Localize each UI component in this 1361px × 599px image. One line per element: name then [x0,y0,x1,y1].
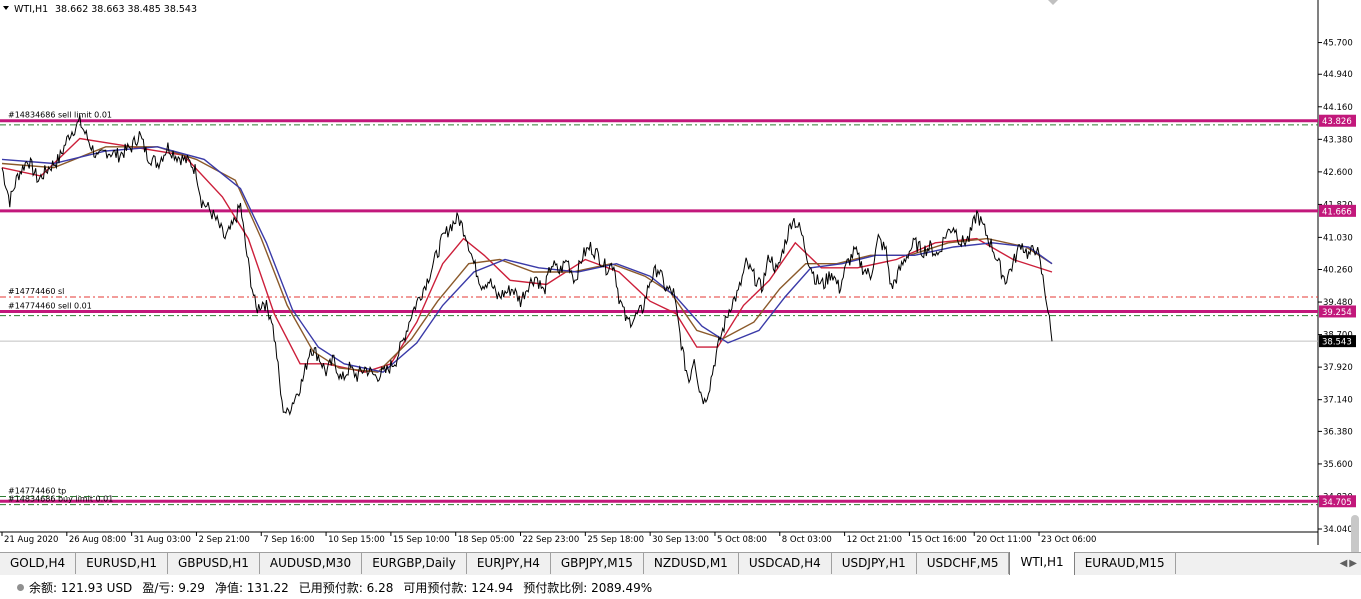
x-tick-label: 22 Sep 23:00 [523,535,580,545]
chart-tab[interactable]: AUDUSD,M30 [260,553,363,574]
stop-loss-label: #14774460 sl [8,287,64,296]
chart-ohlc: 38.662 38.663 38.485 38.543 [55,4,197,15]
y-tick-label: 43.380 [1323,135,1353,145]
price-tag-label: 39.254 [1322,308,1352,318]
x-tick-label: 23 Oct 06:00 [1041,535,1096,545]
profit-text: 盈/亏: 9.29 [142,580,205,595]
y-tick-label: 37.140 [1323,396,1353,406]
tab-scroll-arrows: ◀ ▶ [1340,553,1357,574]
y-tick-label: 41.030 [1323,233,1353,243]
x-tick-label: 15 Sep 10:00 [393,535,450,545]
x-tick-label: 25 Sep 18:00 [587,535,644,545]
margin-level-text: 预付款比例: 2089.49% [523,580,653,595]
y-tick-label: 44.160 [1323,103,1353,113]
x-tick-label: 31 Aug 03:00 [134,535,191,545]
margin-text: 已用预付款: 6.28 [298,580,394,595]
chart-header: WTI,H1 38.662 38.663 38.485 38.543 [3,4,197,15]
y-tick-label: 40.260 [1323,266,1353,276]
x-tick-label: 12 Oct 21:00 [847,535,902,545]
balance-text: 余额: 121.93 USD [29,580,133,595]
chart-tab[interactable]: USDCAD,H4 [739,553,832,574]
y-tick-label: 42.600 [1323,168,1353,178]
chart-tab-bar: GOLD,H4 EURUSD,H1 GBPUSD,H1 AUDUSD,M30 EURGB… [0,552,1361,576]
tab-scroll-left-icon[interactable]: ◀ [1340,558,1348,569]
x-tick-label: 2 Sep 21:00 [198,535,249,545]
chart-tab[interactable]: EURJPY,H4 [467,553,551,574]
scrollbar-thumb[interactable] [1351,515,1359,555]
chart-tab[interactable]: USDCHF,M5 [917,553,1010,574]
chart-tab[interactable]: EURAUD,M15 [1075,553,1176,574]
price-tag-label: 34.705 [1322,498,1352,508]
x-tick-label: 26 Aug 08:00 [69,535,126,545]
x-tick-label: 8 Oct 03:00 [782,535,832,545]
chart-tab[interactable]: GBPUSD,H1 [168,553,260,574]
equity-text: 净值: 131.22 [214,580,289,595]
status-indicator-icon [17,583,24,591]
chart-tab[interactable]: GBPJPY,M15 [551,553,644,574]
x-tick-label: 5 Oct 08:00 [717,535,767,545]
y-tick-label: 36.380 [1323,427,1353,437]
y-tick-label: 37.920 [1323,363,1353,373]
chart-tab[interactable]: GOLD,H4 [0,553,77,574]
x-tick-label: 21 Aug 2020 [4,535,58,545]
price-chart[interactable]: #14834686 sell limit 0.01 #14774460 sell … [0,0,1361,552]
price-tag-label: 43.826 [1322,117,1352,127]
buy-limit-label: #14834686 buy limit 0.01 [8,494,113,503]
chart-tab[interactable]: EURUSD,H1 [76,553,168,574]
price-tag-label: 41.666 [1322,207,1352,217]
current-price-label: 38.543 [1322,338,1352,348]
y-tick-label: 35.600 [1323,460,1353,470]
y-tick-label: 45.700 [1323,39,1353,49]
chart-tab[interactable]: USDJPY,H1 [832,553,917,574]
x-tick-label: 15 Oct 16:00 [911,535,966,545]
x-tick-label: 10 Sep 15:00 [328,535,385,545]
chart-symbol: WTI,H1 [14,4,48,15]
tab-scroll-right-icon[interactable]: ▶ [1349,558,1357,569]
chart-tab[interactable]: WTI,H1 [1009,552,1075,575]
chart-tab[interactable]: NZDUSD,M1 [644,553,739,574]
order-line-label: #14774460 sell 0.01 [8,301,92,310]
free-margin-text: 可用预付款: 124.94 [403,580,514,595]
order-line-label: #14834686 sell limit 0.01 [8,111,112,120]
account-status-bar: 余额: 121.93 USD 盈/亏: 9.29 净值: 131.22 已用预付… [0,575,1361,599]
x-tick-label: 20 Oct 11:00 [976,535,1031,545]
x-tick-label: 30 Sep 13:00 [652,535,709,545]
x-tick-label: 18 Sep 05:00 [458,535,515,545]
x-tick-label: 7 Sep 16:00 [263,535,314,545]
y-tick-label: 44.940 [1323,70,1353,80]
chart-tab[interactable]: EURGBP,Daily [362,553,467,574]
y-tick-label: 34.040 [1323,525,1353,535]
